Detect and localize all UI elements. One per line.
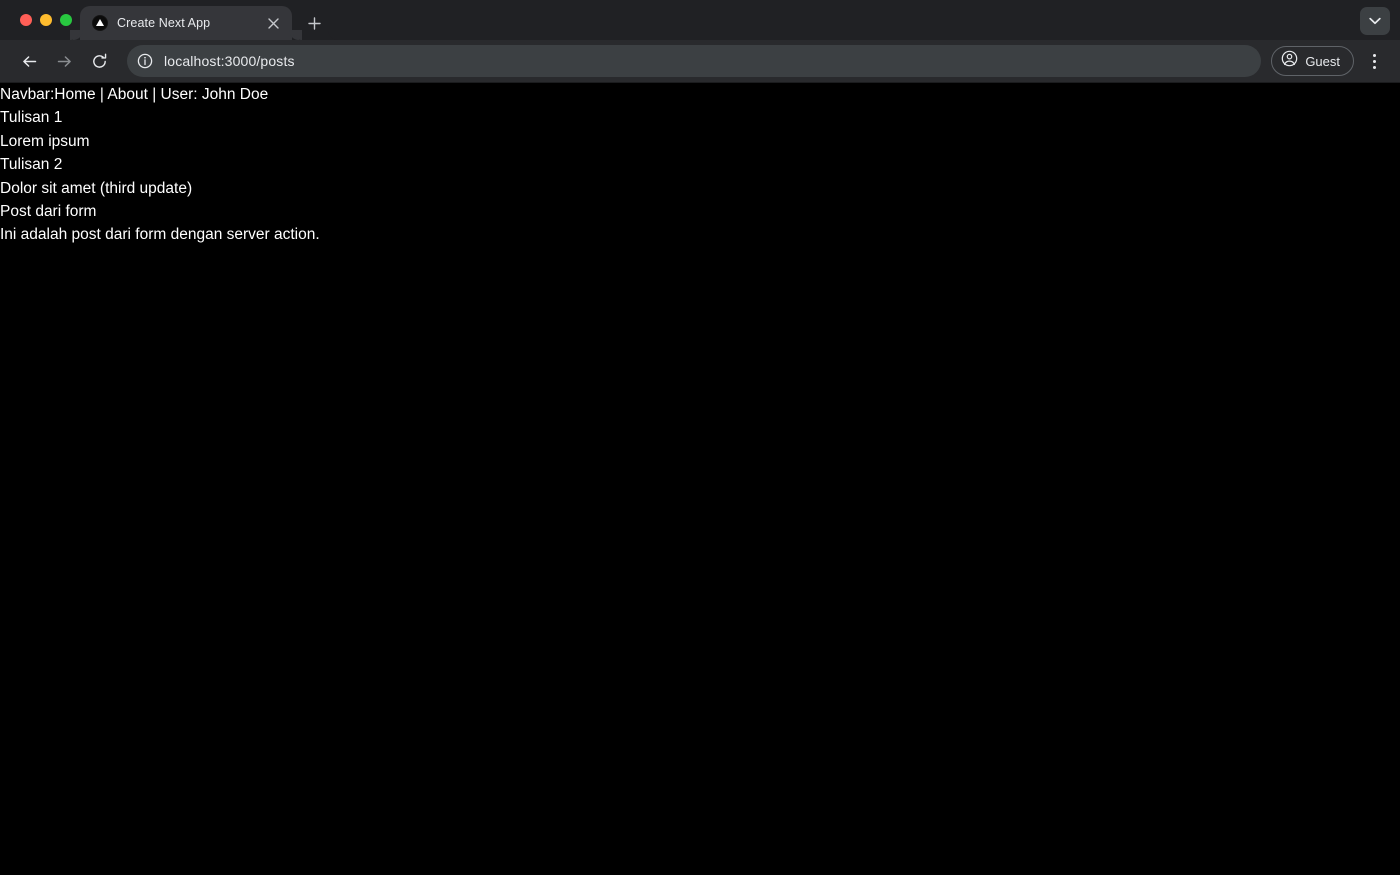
tab-tail-right xyxy=(328,30,338,40)
nextjs-triangle-icon xyxy=(92,15,108,31)
page-content: Navbar:Home | About | User: John Doe Tul… xyxy=(0,83,1400,247)
new-tab-button[interactable] xyxy=(300,9,328,37)
navbar: Navbar:Home | About | User: John Doe xyxy=(0,86,269,103)
info-circle-icon[interactable] xyxy=(135,51,155,71)
forward-button[interactable] xyxy=(49,46,79,76)
post-2-body: Dolor sit amet (third update) xyxy=(0,179,193,197)
post-3-body: Ini adalah post dari form dengan server … xyxy=(0,226,320,244)
address-bar[interactable]: localhost:3000/posts xyxy=(127,45,1262,77)
address-bar-url[interactable]: localhost:3000/posts xyxy=(164,53,295,69)
post-3-title: Post dari form xyxy=(0,203,97,221)
forward-arrow-icon xyxy=(57,55,71,67)
maximize-window-button[interactable] xyxy=(60,14,72,26)
plus-icon xyxy=(307,16,321,30)
window-chevron-button[interactable] xyxy=(1360,7,1390,35)
profile-button[interactable]: Guest xyxy=(1271,46,1354,76)
three-dot-menu-icon[interactable] xyxy=(1360,46,1388,76)
post-1-title: Tulisan 1 xyxy=(0,109,63,127)
tabs-area: Create Next App xyxy=(70,0,338,40)
post-1-body: Lorem ipsum xyxy=(0,132,90,150)
back-arrow-icon xyxy=(22,55,36,67)
reload-icon xyxy=(92,53,106,68)
back-button[interactable] xyxy=(14,46,44,76)
account-circle-icon xyxy=(1281,50,1298,72)
reload-button[interactable] xyxy=(84,46,114,76)
tab-title: Create Next App xyxy=(117,16,211,30)
window-traffic-lights xyxy=(0,0,72,40)
profile-label: Guest xyxy=(1305,53,1340,69)
minimize-window-button[interactable] xyxy=(40,14,52,26)
browser-tab-create-next-app[interactable]: Create Next App xyxy=(70,6,302,40)
close-window-button[interactable] xyxy=(20,14,32,26)
post-2-title: Tulisan 2 xyxy=(0,156,63,174)
page-viewport: Navbar:Home | About | User: John Doe Tul… xyxy=(0,83,1400,875)
chevron-down-icon xyxy=(1369,17,1381,25)
tab-strip: Create Next App xyxy=(0,0,1400,40)
browser-window: Create Next App localhost:3000/posts Gue… xyxy=(0,0,1400,875)
browser-toolbar: localhost:3000/posts Guest xyxy=(0,40,1400,83)
close-icon[interactable] xyxy=(264,14,282,32)
